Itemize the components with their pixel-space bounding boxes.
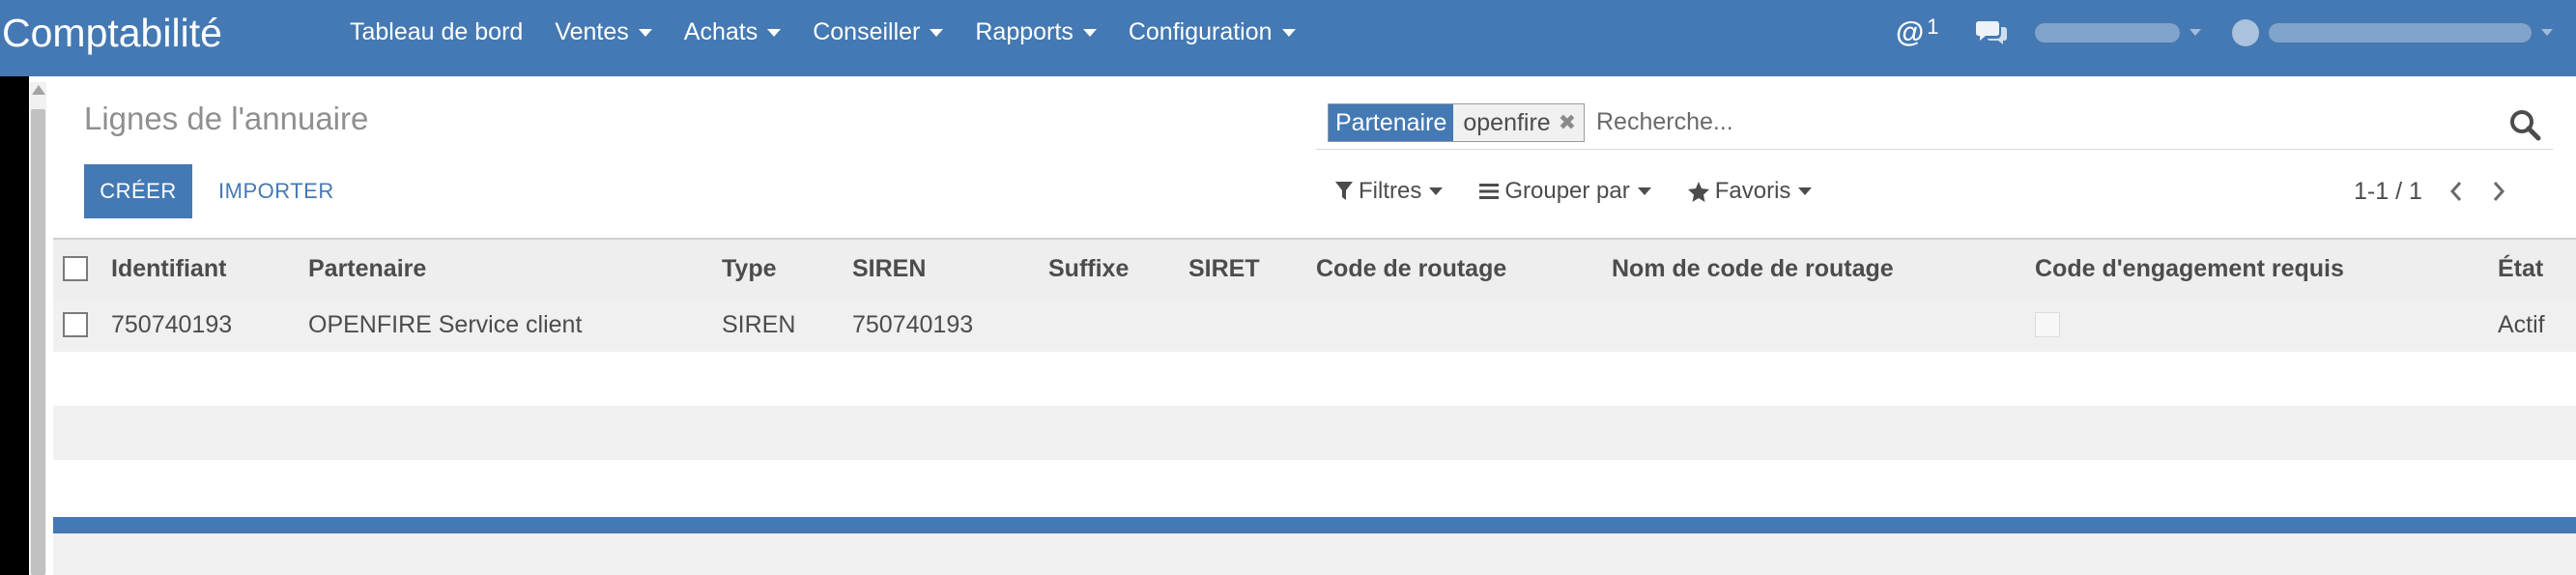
pager-previous-button[interactable] [2440,172,2473,211]
caret-down-icon [930,28,944,37]
col-header-type[interactable]: Type [722,240,777,298]
menu-achats[interactable]: Achats [683,18,782,46]
menu-label: Conseiller [813,18,921,45]
menu-label: Rapports [975,18,1073,45]
col-header-suffixe[interactable]: Suffixe [1048,240,1129,298]
filter-icon [1335,182,1353,200]
cell-identifiant: 750740193 [111,310,233,338]
caret-down-icon [638,28,652,37]
caret-down-icon [767,28,782,37]
groupby-dropdown[interactable]: Grouper par [1479,178,1651,205]
search-input[interactable] [1596,103,2447,140]
menu-configuration[interactable]: Configuration [1129,18,1296,46]
facet-remove-icon[interactable]: ✖ [1559,104,1576,141]
favorites-dropdown[interactable]: Favoris [1687,178,1813,205]
caret-down-icon [1281,28,1296,37]
caret-down-icon [1082,28,1097,37]
col-header-nom-code-routage[interactable]: Nom de code de routage [1612,240,1894,298]
search-facet: Partenaire openfire ✖ [1328,103,1586,142]
menu-conseiller[interactable]: Conseiller [813,18,944,46]
search-icon[interactable] [2508,108,2541,141]
empty-table-row [53,406,2576,460]
col-header-siren[interactable]: SIREN [852,240,926,298]
row-select-cell [63,298,88,352]
col-header-engagement-requis[interactable]: Code d'engagement requis [2035,240,2344,298]
star-icon [1687,181,1709,202]
pager-value[interactable]: 1-1 / 1 [2354,178,2422,206]
company-switcher[interactable] [2035,0,2201,65]
scrollbar-thumb[interactable] [31,109,45,575]
pager: 1-1 / 1 [2354,172,2515,211]
search-options: Filtres Grouper par Favoris [1335,172,1848,211]
import-button[interactable]: IMPORTER [205,164,348,218]
caret-down-icon [2541,29,2553,36]
col-header-code-routage[interactable]: Code de routage [1316,240,1506,298]
menu-label: Ventes [555,18,629,45]
page-title: Lignes de l'annuaire [84,101,369,136]
empty-table-row [53,352,2576,406]
cell-etat: Actif [2498,310,2545,338]
row-select-checkbox[interactable] [63,312,88,337]
table-footer-bar [53,517,2576,533]
menu-label: Configuration [1128,18,1273,45]
caret-down-icon [1637,187,1651,195]
app-brand[interactable]: Comptabilité [2,8,222,58]
cell-siren: 750740193 [852,310,974,338]
caret-down-icon [2190,29,2201,36]
at-icon: @ [1896,15,1925,48]
table-header: Identifiant Partenaire Type SIREN Suffix… [53,238,2576,298]
user-menu[interactable] [2232,0,2553,65]
menu-tableau-de-bord[interactable]: Tableau de bord [350,18,523,46]
favorites-label: Favoris [1714,178,1791,204]
chat-icon [1976,20,2007,44]
menu-label: Tableau de bord [350,18,524,45]
facet-value-container: openfire ✖ [1453,104,1585,141]
select-all-cell [63,240,88,298]
mentions-button[interactable]: @ 1 [1896,0,1939,65]
col-header-partenaire[interactable]: Partenaire [308,240,426,298]
messaging-button[interactable] [1975,0,2008,65]
table-row[interactable]: 750740193 OPENFIRE Service client SIREN … [53,298,2576,352]
list-view-table: Identifiant Partenaire Type SIREN Suffix… [53,238,2576,514]
search-bar: Partenaire openfire ✖ [1316,101,2553,150]
mention-count-badge: 1 [1927,14,1939,39]
scroll-up-arrow-icon[interactable] [32,85,45,95]
filters-dropdown[interactable]: Filtres [1335,178,1444,205]
main-menu: Tableau de bord Ventes Achats Conseiller… [350,0,1328,65]
caret-down-icon [1798,187,1813,195]
user-avatar [2232,18,2259,46]
chevron-right-icon [2493,182,2504,201]
table-footer-area [53,533,2576,575]
cell-partenaire: OPENFIRE Service client [308,310,583,338]
menu-label: Achats [683,18,758,45]
filters-label: Filtres [1359,178,1422,204]
bars-icon [1479,184,1500,199]
menu-rapports[interactable]: Rapports [975,18,1097,46]
company-name-redacted [2035,22,2180,43]
col-header-siret[interactable]: SIRET [1188,240,1260,298]
groupby-label: Grouper par [1504,178,1630,204]
col-header-etat[interactable]: État [2498,240,2543,298]
empty-table-row [53,460,2576,514]
menu-ventes[interactable]: Ventes [555,18,652,46]
caret-down-icon [1429,187,1444,195]
facet-label: Partenaire [1329,104,1454,141]
cell-type: SIREN [722,310,796,338]
create-button[interactable]: CRÉER [84,164,192,218]
main-navbar: Comptabilité Tableau de bord Ventes Acha… [0,0,2576,76]
engagement-requis-checkbox [2035,312,2060,337]
cell-engagement-requis [2035,298,2060,352]
left-dark-strip [0,76,29,575]
pager-next-button[interactable] [2482,172,2515,211]
user-name-redacted [2269,22,2532,43]
facet-value: openfire [1463,109,1551,136]
select-all-checkbox[interactable] [63,256,88,281]
col-header-identifiant[interactable]: Identifiant [111,240,226,298]
chevron-left-icon [2449,182,2461,201]
